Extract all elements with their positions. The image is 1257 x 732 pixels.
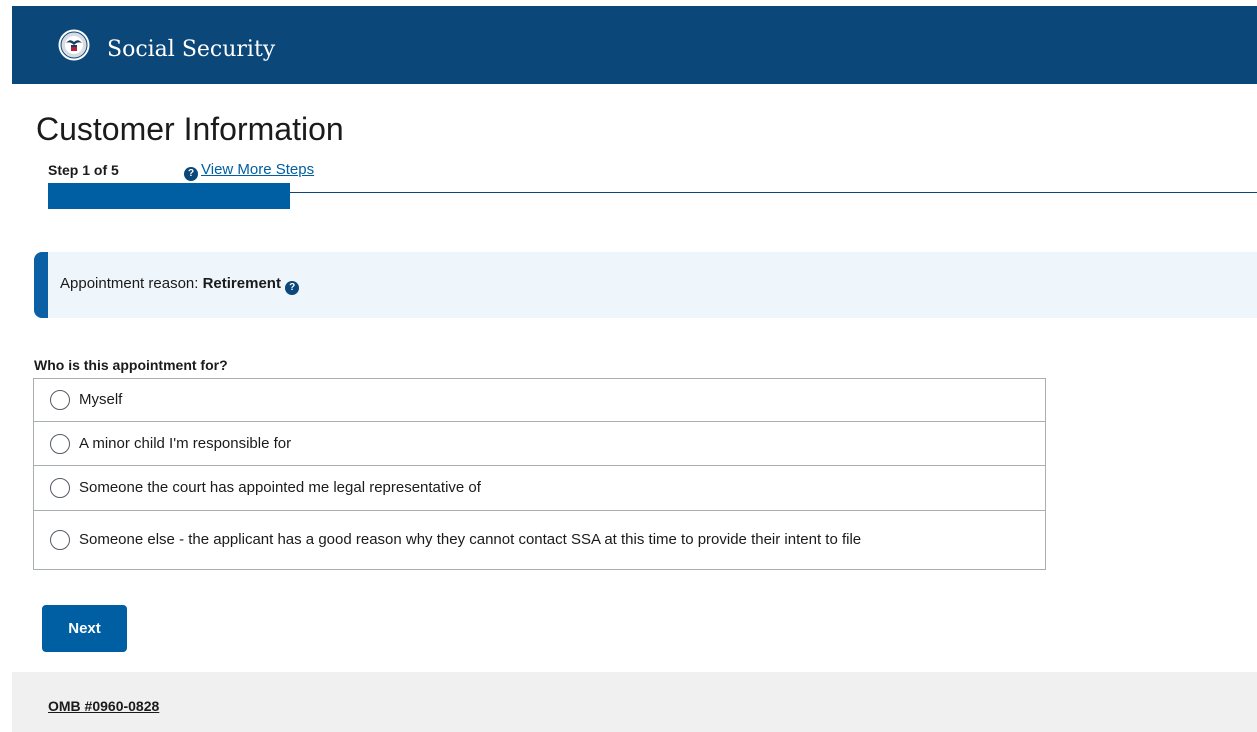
step-indicator: Step 1 of 5	[48, 162, 119, 178]
progress-fill	[48, 183, 290, 209]
appointment-reason-value: Retirement	[202, 275, 281, 292]
option-label: Someone the court has appointed me legal…	[79, 479, 481, 496]
option-label: Someone else - the applicant has a good …	[79, 531, 862, 548]
view-more-steps: ? View More Steps	[184, 161, 314, 181]
appointment-for-options: Myself A minor child I'm responsible for…	[33, 378, 1046, 570]
option-myself[interactable]: Myself	[34, 379, 1045, 422]
radio-button[interactable]	[50, 478, 70, 498]
help-icon[interactable]: ?	[184, 167, 198, 181]
option-minor-child[interactable]: A minor child I'm responsible for	[34, 422, 1045, 466]
omb-number-link[interactable]: OMB #0960-0828	[48, 697, 159, 715]
appointment-reason-alert: Appointment reason: Retirement ?	[34, 252, 1257, 318]
progress-bar	[48, 183, 1257, 209]
ssa-seal-icon[interactable]	[58, 29, 90, 61]
radio-button[interactable]	[50, 530, 70, 550]
view-more-steps-link[interactable]: View More Steps	[201, 161, 314, 178]
option-someone-else[interactable]: Someone else - the applicant has a good …	[34, 511, 1045, 569]
help-icon[interactable]: ?	[285, 281, 300, 295]
radio-button[interactable]	[50, 390, 70, 410]
appointment-reason-label: Appointment reason:	[60, 275, 199, 292]
site-brand[interactable]: Social Security	[107, 37, 275, 63]
appointment-for-question: Who is this appointment for?	[34, 357, 228, 373]
page-title: Customer Information	[36, 111, 344, 147]
page-footer: OMB #0960-0828	[12, 672, 1257, 732]
option-label: A minor child I'm responsible for	[79, 434, 292, 452]
option-legal-representative[interactable]: Someone the court has appointed me legal…	[34, 466, 1045, 511]
site-header: Social Security	[12, 6, 1257, 84]
next-button[interactable]: Next	[42, 605, 127, 652]
radio-button[interactable]	[50, 433, 70, 454]
appointment-reason-text: Appointment reason: Retirement ?	[60, 275, 300, 295]
option-label: Myself	[79, 391, 123, 408]
